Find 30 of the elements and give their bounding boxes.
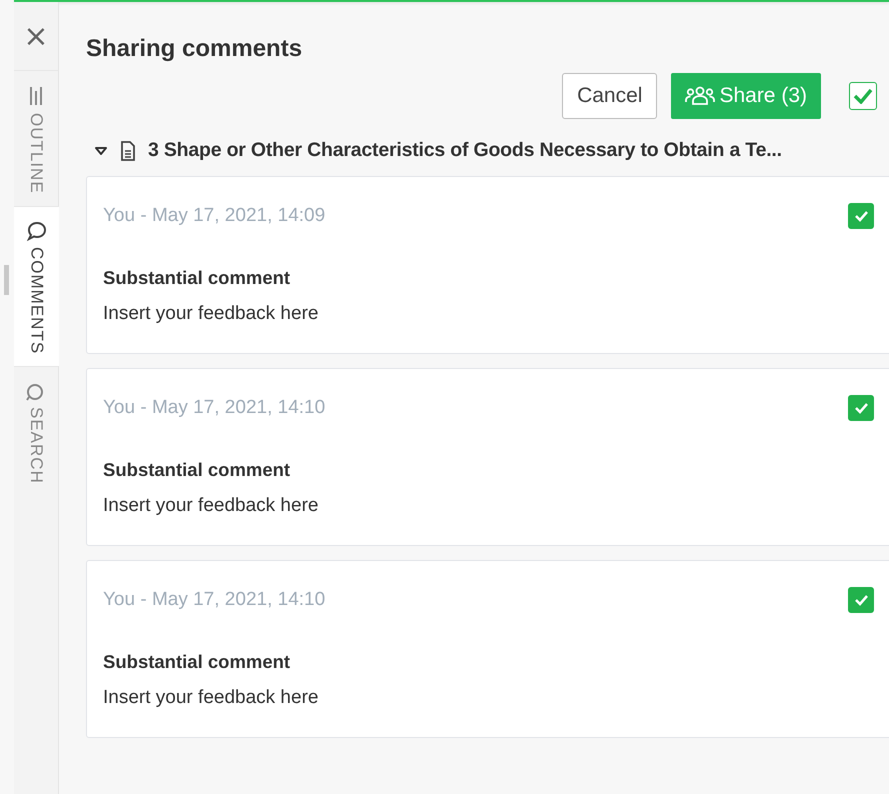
comment-text: Insert your feedback here: [103, 687, 320, 709]
cancel-button[interactable]: Cancel: [562, 73, 658, 119]
checkmark-icon: [854, 402, 868, 414]
scrollbar-thumb[interactable]: [4, 265, 9, 295]
panel-title: Sharing comments: [86, 35, 304, 63]
checkmark-icon: [853, 88, 873, 104]
checkmark-icon: [854, 210, 868, 222]
section-title: 3 Shape or Other Characteristics of Goods Necessary to Obtain a Te...: [148, 139, 782, 162]
comment-text: Insert your feedback here: [103, 303, 320, 325]
document-icon: [120, 140, 136, 160]
comment-meta: You - May 17, 2021, 14:09: [103, 205, 326, 227]
comment-type: Substantial comment: [103, 651, 292, 673]
side-tab[interactable]: COMMENTS: [14, 206, 59, 366]
bars-icon: [28, 85, 44, 107]
caret-icon[interactable]: [94, 146, 108, 156]
comment-checkbox[interactable]: [848, 395, 874, 421]
comment-type: Substantial comment: [103, 267, 292, 289]
comment-type: Substantial comment: [103, 459, 292, 481]
checkmark-icon: [854, 594, 868, 606]
comment-checkbox[interactable]: [848, 587, 874, 613]
comment-text: Insert your feedback here: [103, 495, 320, 517]
people-icon: [685, 86, 716, 106]
comment-meta: You - May 17, 2021, 14:10: [103, 397, 326, 419]
speech-bubble-icon: [26, 220, 46, 241]
close-button[interactable]: ×: [14, 2, 58, 70]
select-all-checkbox[interactable]: [849, 82, 877, 110]
comment-checkbox[interactable]: [848, 203, 874, 229]
share-button[interactable]: Share (3): [671, 73, 821, 119]
side-tab[interactable]: SEARCH: [14, 366, 58, 496]
comment-meta: You - May 17, 2021, 14:10: [103, 589, 326, 611]
